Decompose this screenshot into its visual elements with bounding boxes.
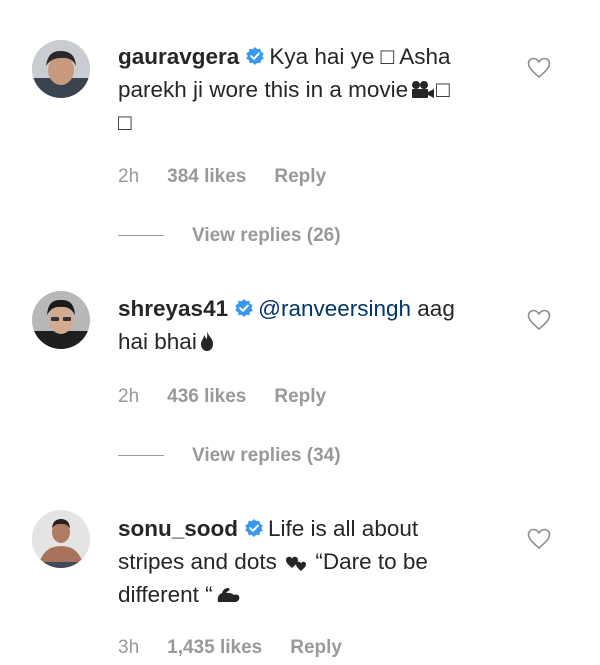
like-heart-icon[interactable] [527, 309, 551, 331]
comment-body-line: different “ [118, 582, 213, 607]
divider [118, 455, 164, 457]
verified-badge-icon [246, 47, 265, 65]
avatar-image [32, 40, 90, 98]
comment-username[interactable]: gauravgera [118, 44, 239, 69]
comment-body-line: Life is all about [268, 516, 419, 541]
avatar[interactable] [32, 40, 90, 98]
comment-timestamp: 3h [118, 637, 140, 658]
mention-link[interactable]: @ranveersingh [258, 296, 411, 321]
comment-body-line: aag [417, 296, 455, 321]
comment-meta: 2h 436 likes Reply [118, 386, 354, 408]
comment-body-line: Kya hai ye □ Asha [269, 44, 451, 69]
comment-body-glyph: □ [118, 110, 132, 135]
comment-timestamp: 2h [118, 166, 140, 187]
avatar-image [32, 291, 90, 349]
avatar[interactable] [32, 510, 90, 568]
comment-username[interactable]: sonu_sood [118, 516, 238, 541]
comment-body-glyph: □ [436, 77, 450, 102]
reply-button[interactable]: Reply [274, 386, 326, 407]
comment-body-line: stripes and dots [118, 549, 277, 574]
likes-count[interactable]: 436 likes [167, 386, 246, 407]
flexed-biceps-icon [217, 588, 240, 602]
reply-button[interactable]: Reply [274, 166, 326, 187]
comment-username[interactable]: shreyas41 [118, 296, 228, 321]
comment-timestamp: 2h [118, 386, 140, 407]
reply-button[interactable]: Reply [290, 637, 342, 658]
view-replies-label: View replies (26) [192, 225, 341, 246]
comment-body-line: hai bhai [118, 329, 197, 354]
like-heart-icon[interactable] [527, 57, 551, 79]
comment-meta: 2h 384 likes Reply [118, 166, 354, 188]
view-replies-button[interactable]: View replies (34) [118, 445, 341, 467]
verified-badge-icon [245, 519, 263, 537]
likes-count[interactable]: 1,435 likes [167, 637, 262, 658]
comment-text: shreyas41 @ranveersingh aag hai bhai [118, 292, 498, 358]
comment-body-line: parekh ji wore this in a movie [118, 77, 409, 102]
avatar[interactable] [32, 291, 90, 349]
view-replies-button[interactable]: View replies (26) [118, 225, 341, 247]
comment-text: sonu_sood Life is all about stripes and d… [118, 512, 498, 611]
fire-icon [200, 331, 213, 351]
view-replies-label: View replies (34) [192, 445, 341, 466]
movie-camera-icon [412, 81, 435, 98]
comment-body-line: “Dare to be [315, 549, 428, 574]
likes-count[interactable]: 384 likes [167, 166, 246, 187]
verified-badge-icon [235, 299, 253, 317]
avatar-image [32, 510, 90, 568]
like-heart-icon[interactable] [527, 528, 551, 550]
comment-text: gauravgera Kya hai ye □ Asha parekh ji wo… [118, 40, 498, 139]
two-hearts-icon [286, 556, 307, 571]
comment-meta: 3h 1,435 likes Reply [118, 637, 370, 659]
divider [118, 235, 164, 237]
